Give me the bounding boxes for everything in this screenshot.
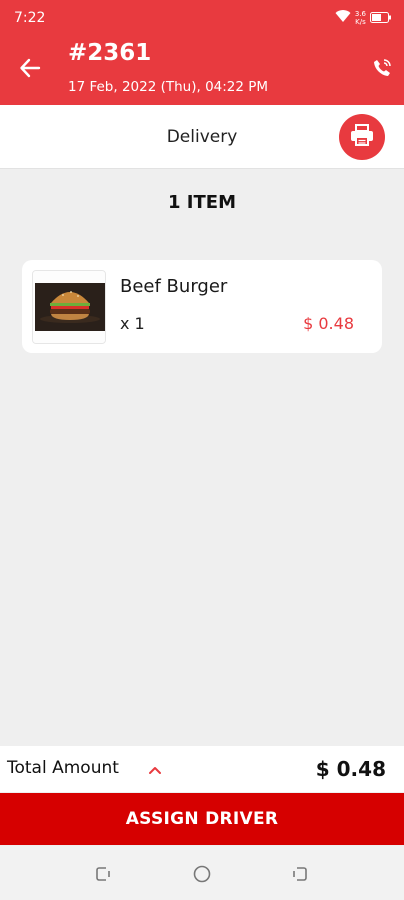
back-icon[interactable] (291, 865, 309, 883)
recents-icon[interactable] (94, 865, 112, 883)
system-nav-bar (0, 846, 404, 900)
back-arrow-icon (19, 57, 41, 83)
order-number: #2361 (68, 40, 152, 66)
phone-icon (372, 58, 392, 82)
call-button[interactable] (368, 56, 396, 84)
status-time: 7:22 (14, 10, 46, 26)
item-price: $ 0.48 (303, 314, 354, 333)
back-button[interactable] (16, 56, 44, 84)
status-bar: 7:22 3.6 K/s (0, 0, 404, 34)
item-name: Beef Burger (120, 276, 228, 297)
printer-icon (349, 123, 375, 151)
total-amount-value: $ 0.48 (315, 757, 386, 781)
burger-image (32, 270, 106, 344)
battery-icon (370, 8, 392, 27)
order-header: #2361 17 Feb, 2022 (Thu), 04:22 PM (0, 34, 404, 105)
delivery-tab-bar: Delivery (0, 105, 404, 169)
order-datetime: 17 Feb, 2022 (Thu), 04:22 PM (68, 79, 269, 95)
chevron-up-icon[interactable] (148, 760, 162, 779)
print-button[interactable] (339, 114, 385, 160)
item-quantity: x 1 (120, 314, 145, 333)
status-icons: 3.6 K/s (335, 8, 392, 27)
assign-driver-button[interactable]: ASSIGN DRIVER (0, 793, 404, 845)
total-amount-label: Total Amount (7, 758, 119, 778)
list-item[interactable]: Beef Burger x 1 $ 0.48 (22, 260, 382, 353)
home-icon[interactable] (193, 865, 211, 883)
items-count-heading: 1 ITEM (168, 192, 236, 213)
wifi-icon (335, 8, 351, 27)
network-speed: 3.6 K/s (354, 9, 366, 26)
total-amount-bar[interactable]: Total Amount $ 0.48 (0, 746, 404, 792)
